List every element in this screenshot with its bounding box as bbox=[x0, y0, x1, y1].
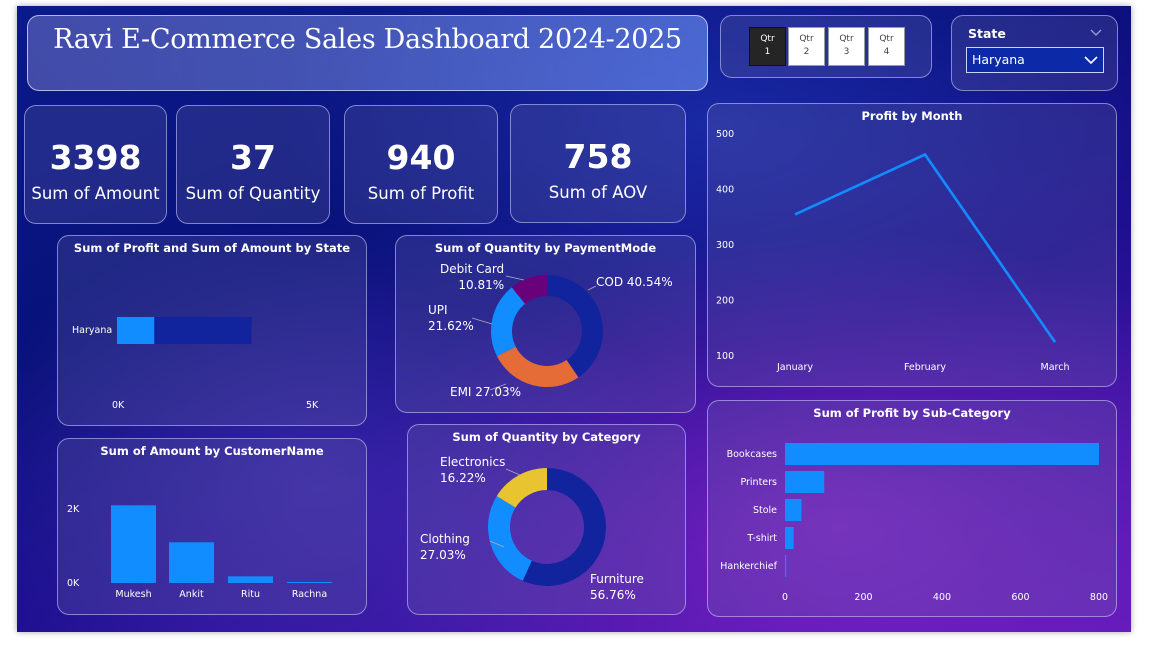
chart-payment-mode[interactable]: Sum of Quantity by PaymentMode COD 40.54… bbox=[395, 235, 696, 413]
kpi-value: 3398 bbox=[49, 138, 142, 177]
x-tick-label: Mukesh bbox=[115, 589, 151, 600]
state-dropdown-value: Haryana bbox=[972, 52, 1025, 67]
chart-customer[interactable]: Sum of Amount by CustomerName 2K 0K Mukesh… bbox=[57, 438, 367, 615]
bar-stole bbox=[785, 499, 802, 521]
slicer-chevron-icon[interactable] bbox=[1090, 29, 1102, 37]
chart-profit-by-month[interactable]: Profit by Month 500 400 300 200 100 January Fe… bbox=[707, 103, 1117, 387]
dashboard-canvas: Ravi E-Commerce Sales Dashboard 2024-202… bbox=[17, 6, 1131, 632]
kpi-label: Sum of AOV bbox=[548, 183, 648, 202]
y-tick-label: T-shirt bbox=[746, 533, 777, 544]
kpi-card-profit: 940 Sum of Profit bbox=[344, 105, 498, 224]
slice-label-cod: COD 40.54% bbox=[596, 275, 673, 289]
chevron-down-icon bbox=[1084, 56, 1098, 65]
bar-rachna bbox=[287, 582, 332, 583]
bar-profit bbox=[117, 317, 155, 344]
slice-label-furniture: Furniture 56.76% bbox=[590, 572, 644, 602]
bar-t-shirt bbox=[785, 527, 794, 549]
kpi-value: 940 bbox=[386, 138, 456, 177]
quarter-button-2[interactable]: Qtr 2 bbox=[788, 27, 825, 66]
leader-line bbox=[471, 317, 493, 325]
slice-clothing bbox=[488, 496, 532, 581]
state-bar-plot bbox=[117, 317, 252, 344]
y-tick-label: 500 bbox=[716, 129, 734, 140]
kpi-value: 37 bbox=[230, 138, 276, 177]
bar-hankerchief bbox=[785, 555, 787, 577]
title-panel: Ravi E-Commerce Sales Dashboard 2024-202… bbox=[27, 15, 708, 91]
y-tick-label: 200 bbox=[716, 296, 734, 307]
x-tick-label: Ankit bbox=[179, 589, 204, 600]
x-tick-label: 200 bbox=[854, 592, 872, 603]
bar-ankit bbox=[169, 542, 214, 583]
bar-bookcases bbox=[785, 443, 1099, 465]
kpi-label: Sum of Amount bbox=[31, 184, 160, 203]
slice-label-debit-card: Debit Card 10.81% bbox=[440, 262, 505, 292]
quarter-slicer: Qtr 1 Qtr 2 Qtr 3 Qtr 4 bbox=[720, 15, 932, 78]
bar-ritu bbox=[228, 576, 273, 583]
y-tick-label: 300 bbox=[716, 240, 734, 251]
kpi-label: Sum of Quantity bbox=[185, 184, 321, 203]
quarter-button-1[interactable]: Qtr 1 bbox=[749, 27, 786, 66]
x-tick-label: 400 bbox=[933, 592, 951, 603]
quarter-button-3[interactable]: Qtr 3 bbox=[828, 27, 865, 66]
month-line-plot: 500 400 300 200 100 January February March bbox=[716, 129, 1070, 373]
y-tick-label: Stole bbox=[753, 505, 777, 516]
y-tick-label: 2K bbox=[67, 504, 80, 515]
x-tick-label: 0 bbox=[782, 592, 788, 603]
y-tick-label: Bookcases bbox=[727, 449, 777, 460]
profit-line bbox=[794, 152, 1057, 343]
y-tick-label: Printers bbox=[740, 477, 777, 488]
x-tick-label: February bbox=[904, 362, 946, 373]
slice-emi bbox=[496, 346, 579, 387]
slice-label-upi: UPI 21.62% bbox=[428, 303, 474, 333]
state-slicer: State Haryana bbox=[951, 15, 1118, 91]
x-tick-label: March bbox=[1041, 362, 1070, 373]
state-slicer-label: State bbox=[968, 26, 1006, 41]
tick-label: 0K bbox=[112, 400, 125, 411]
slice-cod bbox=[547, 275, 604, 378]
y-tick-label: 0K bbox=[67, 578, 80, 589]
dashboard-title: Ravi E-Commerce Sales Dashboard 2024-202… bbox=[53, 24, 682, 55]
chart-sub-category[interactable]: Sum of Profit by Sub-Category Bookcases P… bbox=[707, 400, 1117, 617]
x-tick-label: Ritu bbox=[241, 589, 260, 600]
quarter-button-4[interactable]: Qtr 4 bbox=[868, 27, 905, 66]
y-tick-label: Hankerchief bbox=[720, 561, 777, 572]
x-tick-label: 600 bbox=[1011, 592, 1029, 603]
subcategory-bar-plot: Bookcases Printers Stole T-shirt Hankerchief… bbox=[720, 443, 1108, 603]
bar-printers bbox=[785, 471, 825, 493]
state-dropdown[interactable]: Haryana bbox=[966, 47, 1104, 73]
leader-line bbox=[587, 285, 597, 291]
x-tick-label: Rachna bbox=[292, 589, 327, 600]
chart-category[interactable]: Sum of Quantity by Category Furniture 56… bbox=[407, 424, 686, 615]
tick-label: 5K bbox=[306, 400, 319, 411]
kpi-value: 758 bbox=[563, 137, 633, 176]
customer-bar-plot: 2K 0K Mukesh Ankit Ritu Rachna bbox=[67, 504, 332, 600]
x-tick-label: January bbox=[776, 362, 813, 373]
kpi-card-aov: 758 Sum of AOV bbox=[510, 104, 686, 223]
y-tick-label: 100 bbox=[716, 351, 734, 362]
slice-label-clothing: Clothing 27.03% bbox=[420, 532, 470, 562]
slice-label-electronics: Electronics 16.22% bbox=[440, 455, 506, 485]
chart-state[interactable]: Sum of Profit and Sum of Amount by State… bbox=[57, 235, 367, 426]
slice-label-emi: EMI 27.03% bbox=[450, 385, 522, 399]
leader-line bbox=[505, 468, 521, 476]
leader-line bbox=[505, 275, 525, 281]
bar-mukesh bbox=[111, 505, 156, 583]
kpi-label: Sum of Profit bbox=[367, 184, 475, 203]
kpi-card-amount: 3398 Sum of Amount bbox=[24, 105, 167, 224]
slice-upi bbox=[491, 287, 526, 357]
kpi-card-quantity: 37 Sum of Quantity bbox=[176, 105, 330, 224]
x-tick-label: 800 bbox=[1090, 592, 1108, 603]
y-tick-label: 400 bbox=[716, 185, 734, 196]
